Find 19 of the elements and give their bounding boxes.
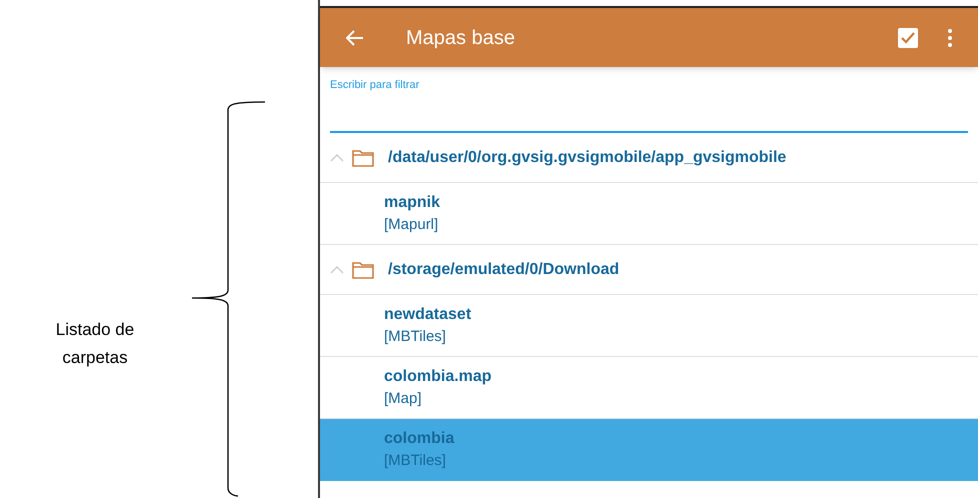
filter-field[interactable]: Escribir para filtrar [330, 77, 968, 133]
more-options-icon[interactable] [948, 28, 952, 46]
checkbox-icon[interactable] [898, 28, 918, 48]
map-type: [Mapurl] [384, 214, 440, 234]
folder-path: /data/user/0/org.gvsig.gvsigmobile/app_gvsigmobile [388, 148, 786, 168]
map-name: colombia.map [384, 366, 493, 386]
folder-icon [352, 148, 374, 166]
map-name: colombia [384, 429, 456, 449]
map-name: mapnik [384, 192, 442, 212]
annotation-label: Listado de carpetas [54, 319, 136, 369]
map-type: [Map] [384, 388, 423, 408]
folder-path: /storage/emulated/0/Download [388, 260, 620, 280]
map-name: newdataset [384, 304, 472, 324]
map-type: [MBTiles] [384, 451, 447, 471]
filter-label: Escribir para filtrar [330, 78, 420, 93]
map-type: [MBTiles] [384, 326, 447, 346]
app-bar-title: Mapas base [406, 26, 515, 50]
folder-icon [352, 260, 374, 278]
back-arrow-icon[interactable] [346, 30, 364, 46]
